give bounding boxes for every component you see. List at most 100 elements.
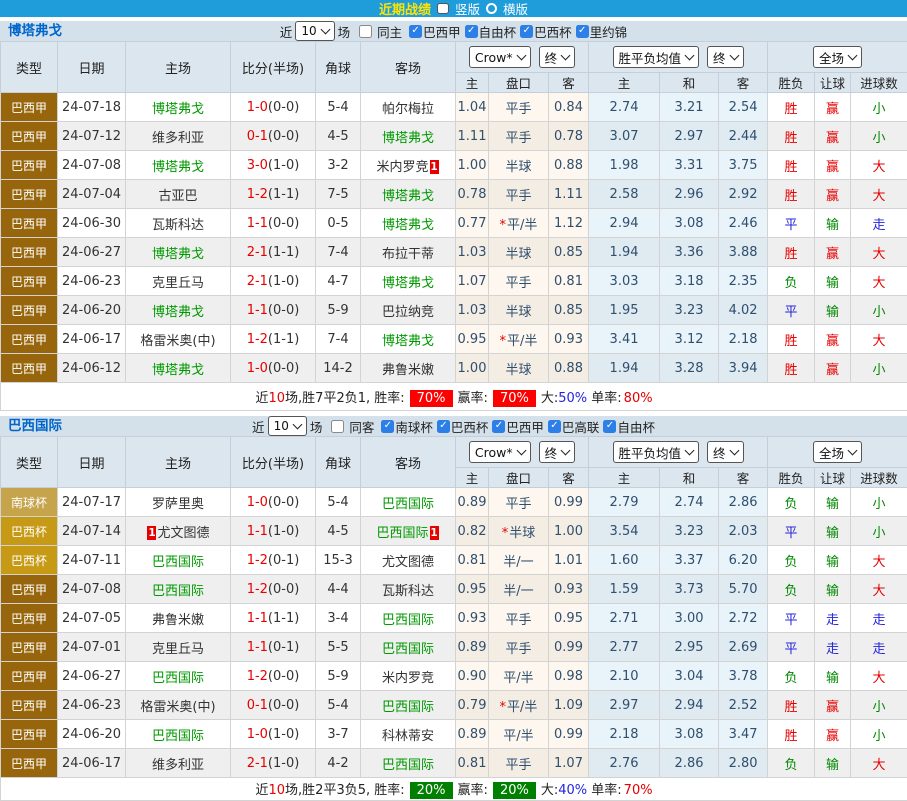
home-team[interactable]: 巴西国际 bbox=[152, 584, 204, 599]
team-name-1[interactable]: 博塔弗戈 bbox=[8, 21, 62, 41]
home-team[interactable]: 博塔弗戈 bbox=[152, 102, 204, 117]
team-name-2[interactable]: 巴西国际 bbox=[8, 416, 62, 436]
bookmaker-select[interactable]: Crow* bbox=[469, 46, 531, 68]
result-wdl: 胜 bbox=[768, 122, 815, 151]
league-checkbox-checked[interactable]: ✓ bbox=[576, 25, 589, 38]
odds-stage-select[interactable]: 终 bbox=[539, 441, 576, 463]
same-home-checkbox[interactable] bbox=[359, 25, 372, 38]
away-team[interactable]: 巴拉纳竞 bbox=[382, 305, 434, 320]
home-team[interactable]: 尤文图德 bbox=[157, 526, 209, 541]
home-team[interactable]: 克里丘马 bbox=[152, 276, 204, 291]
bookmaker-select[interactable]: Crow* bbox=[469, 441, 531, 463]
result-handicap: 输 bbox=[815, 209, 851, 238]
table-row: 南球杯24-07-17罗萨里奥1-0(0-0)5-4巴西国际0.89平手0.99… bbox=[1, 488, 907, 517]
league-checkbox-checked[interactable]: ✓ bbox=[465, 25, 478, 38]
chevron-down-icon bbox=[848, 51, 858, 61]
crow-away-odds: 0.85 bbox=[549, 296, 589, 325]
mean-select[interactable]: 胜平负均值 bbox=[613, 46, 700, 68]
handicap-text: 平手 bbox=[505, 102, 531, 117]
league-type-badge: 巴西甲 bbox=[1, 180, 58, 209]
crow-home-odds: 0.89 bbox=[456, 633, 489, 662]
league-checkbox-checked[interactable]: ✓ bbox=[409, 25, 422, 38]
result-goals: 小 bbox=[851, 354, 907, 383]
away-team[interactable]: 弗鲁米嫩 bbox=[382, 363, 434, 378]
away-team[interactable]: 博塔弗戈 bbox=[382, 189, 434, 204]
match-date: 24-06-30 bbox=[58, 209, 126, 238]
home-team[interactable]: 巴西国际 bbox=[152, 729, 204, 744]
home-team[interactable]: 博塔弗戈 bbox=[152, 363, 204, 378]
league-checkbox-checked[interactable]: ✓ bbox=[492, 420, 505, 433]
result-goals: 大 bbox=[851, 749, 907, 778]
scope-select[interactable]: 全场 bbox=[813, 441, 862, 463]
match-score: 1-2(1-1) bbox=[231, 325, 316, 354]
home-team[interactable]: 博塔弗戈 bbox=[152, 247, 204, 262]
handicap-line: *平/半 bbox=[489, 691, 549, 720]
mean-stage-select[interactable]: 终 bbox=[707, 441, 744, 463]
result-handicap: 赢 bbox=[815, 122, 851, 151]
scope-group-header: 全场 bbox=[768, 42, 907, 73]
odds-stage-select[interactable]: 终 bbox=[539, 46, 576, 68]
away-team[interactable]: 巴西国际 bbox=[382, 642, 434, 657]
league-checkbox-checked[interactable]: ✓ bbox=[381, 420, 394, 433]
away-team[interactable]: 瓦斯科达 bbox=[382, 584, 434, 599]
league-checkbox-checked[interactable]: ✓ bbox=[437, 420, 450, 433]
away-team[interactable]: 帕尔梅拉 bbox=[382, 102, 434, 117]
home-team[interactable]: 巴西国际 bbox=[152, 555, 204, 570]
away-team[interactable]: 米内罗竞 bbox=[376, 160, 428, 175]
mean-stage-select[interactable]: 终 bbox=[707, 46, 744, 68]
match-score: 1-0(1-0) bbox=[231, 720, 316, 749]
mean-home-odds: 1.95 bbox=[589, 296, 660, 325]
result-goals: 小 bbox=[851, 488, 907, 517]
home-team[interactable]: 巴西国际 bbox=[152, 671, 204, 686]
away-team[interactable]: 博塔弗戈 bbox=[382, 276, 434, 291]
league-filter: ✓巴西甲 bbox=[488, 417, 544, 436]
mean-draw-odds: 3.28 bbox=[660, 354, 719, 383]
away-team[interactable]: 尤文图德 bbox=[382, 555, 434, 570]
layout-radio-horizontal[interactable] bbox=[486, 3, 497, 14]
scope-select[interactable]: 全场 bbox=[813, 46, 862, 68]
result-handicap: 走 bbox=[815, 633, 851, 662]
mean-draw-odds: 3.04 bbox=[660, 662, 719, 691]
away-team[interactable]: 博塔弗戈 bbox=[382, 334, 434, 349]
mean-select[interactable]: 胜平负均值 bbox=[613, 441, 700, 463]
away-team[interactable]: 科林蒂安 bbox=[382, 729, 434, 744]
away-team[interactable]: 巴西国际 bbox=[382, 613, 434, 628]
home-team[interactable]: 瓦斯科达 bbox=[152, 218, 204, 233]
away-team[interactable]: 米内罗竞 bbox=[382, 671, 434, 686]
away-team[interactable]: 博塔弗戈 bbox=[382, 131, 434, 146]
col-score: 比分(半场) bbox=[231, 437, 316, 488]
home-team[interactable]: 罗萨里奥 bbox=[152, 497, 204, 512]
corner-score: 5-9 bbox=[316, 296, 361, 325]
away-team[interactable]: 巴西国际 bbox=[382, 497, 434, 512]
league-checkbox-checked[interactable]: ✓ bbox=[603, 420, 616, 433]
league-label: 巴西甲 bbox=[506, 417, 544, 436]
away-team[interactable]: 博塔弗戈 bbox=[382, 218, 434, 233]
home-team[interactable]: 博塔弗戈 bbox=[152, 305, 204, 320]
away-team[interactable]: 巴西国际 bbox=[382, 700, 434, 715]
home-team[interactable]: 弗鲁米嫩 bbox=[152, 613, 204, 628]
home-team[interactable]: 格雷米奥(中) bbox=[140, 700, 215, 715]
layout-radio-vertical[interactable] bbox=[437, 3, 449, 14]
home-team[interactable]: 博塔弗戈 bbox=[152, 160, 204, 175]
handicap-text: 平/半 bbox=[507, 700, 537, 715]
halftime-score: (0-0) bbox=[268, 361, 299, 376]
scope-value: 全场 bbox=[819, 443, 844, 462]
away-team[interactable]: 巴西国际 bbox=[382, 758, 434, 773]
league-checkbox-checked[interactable]: ✓ bbox=[548, 420, 561, 433]
home-team[interactable]: 维多利亚 bbox=[152, 131, 204, 146]
league-checkbox-checked[interactable]: ✓ bbox=[520, 25, 533, 38]
crow-home-odds: 1.04 bbox=[456, 93, 489, 122]
result-wdl: 胜 bbox=[768, 354, 815, 383]
result-handicap: 赢 bbox=[815, 720, 851, 749]
unit-label: 场 bbox=[338, 22, 351, 41]
away-team[interactable]: 巴西国际 bbox=[376, 526, 428, 541]
mean-home-odds: 3.03 bbox=[589, 267, 660, 296]
home-team[interactable]: 格雷米奥(中) bbox=[140, 334, 215, 349]
match-count-select[interactable]: 10 bbox=[268, 416, 307, 436]
away-team[interactable]: 布拉干蒂 bbox=[382, 247, 434, 262]
match-count-select[interactable]: 10 bbox=[295, 21, 334, 41]
home-team[interactable]: 古亚巴 bbox=[158, 189, 197, 204]
home-team[interactable]: 克里丘马 bbox=[152, 642, 204, 657]
same-away-checkbox[interactable] bbox=[331, 420, 344, 433]
home-team[interactable]: 维多利亚 bbox=[152, 758, 204, 773]
